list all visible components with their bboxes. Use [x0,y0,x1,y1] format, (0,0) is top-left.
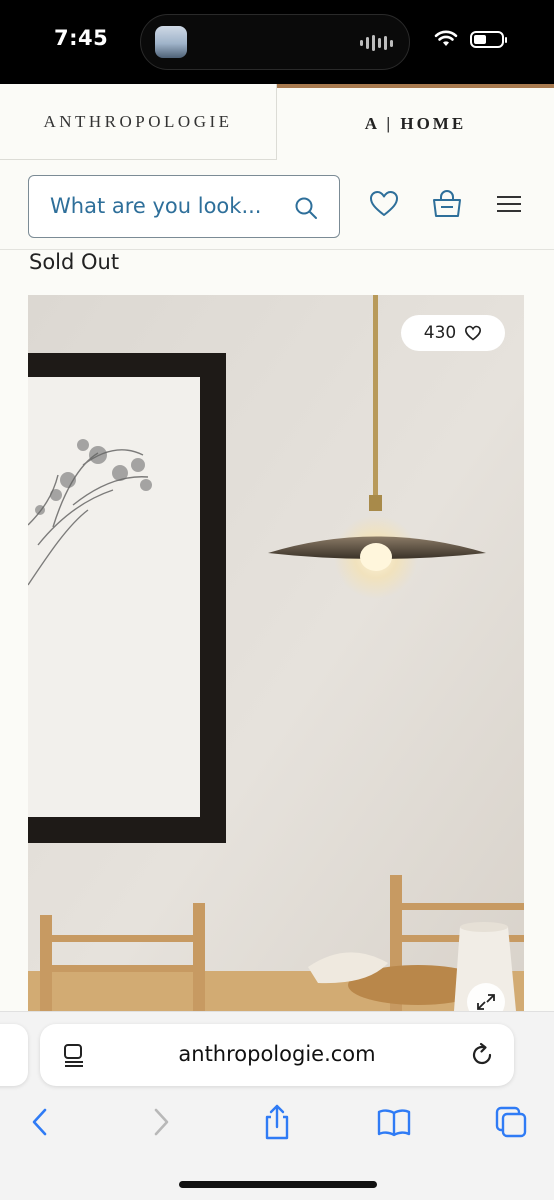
product-status: Sold Out [29,250,120,274]
brand-tab-anthropologie[interactable]: ANTHROPOLOGIE [0,84,277,160]
share-icon [265,1104,289,1140]
pendant-lamp-photo [28,295,524,1011]
address-bar[interactable]: anthropologie.com [40,1024,514,1086]
search-icon[interactable] [293,195,319,221]
bag-icon[interactable] [430,187,464,221]
brand-tab-label: ANTHROPOLOGIE [43,111,233,131]
heart-outline-icon [465,325,482,341]
tabs-icon [495,1106,527,1138]
status-icons [434,30,507,48]
menu-icon[interactable] [492,187,526,221]
audio-waveform-icon [360,34,393,52]
wifi-icon [434,30,458,46]
expand-image-button[interactable] [467,983,505,1011]
status-bar: 7:45 [0,0,554,84]
status-time: 7:45 [54,26,109,50]
back-button[interactable] [20,1102,60,1142]
reload-icon[interactable] [468,1041,496,1069]
brand-tab-home[interactable]: A | HOME [277,84,554,160]
expand-icon [477,994,495,1010]
search-placeholder: What are you look... [50,194,262,218]
search-row: What are you look... [0,160,554,250]
product-image[interactable]: 430 [28,295,524,1011]
back-icon [32,1108,47,1136]
brand-bar: ANTHROPOLOGIE A | HOME [0,84,554,160]
home-indicator[interactable] [179,1181,377,1188]
like-button[interactable]: 430 [401,315,505,351]
tabs-button[interactable] [491,1102,531,1142]
battery-icon [470,30,507,48]
dynamic-island[interactable] [140,14,410,70]
like-count: 430 [423,323,457,343]
search-input[interactable]: What are you look... [28,175,340,238]
url-text: anthropologie.com [178,1042,376,1066]
safari-toolbar [0,1098,554,1146]
home-tab-label: A | HOME [364,114,467,133]
safari-bottom-bar: anthropologie.com [0,1011,554,1200]
bookmarks-button[interactable] [374,1102,414,1142]
forward-button[interactable] [141,1102,181,1142]
share-button[interactable] [257,1102,297,1142]
now-playing-thumbnail [155,26,187,58]
heart-icon[interactable] [367,187,401,221]
bookmarks-icon [377,1109,411,1137]
previous-tab-card[interactable] [0,1024,28,1086]
forward-icon [154,1108,169,1136]
